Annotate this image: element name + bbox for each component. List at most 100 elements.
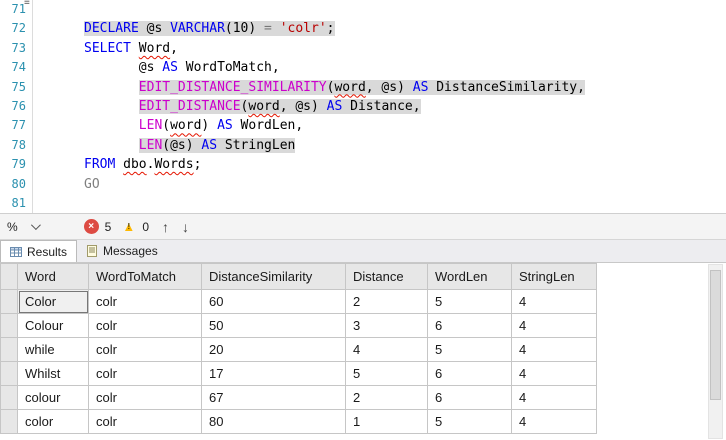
grid-cell[interactable]: colr — [88, 385, 202, 410]
grid-cell[interactable]: 3 — [345, 313, 428, 338]
error-summary: × 5 ▲ ! 0 ↑ ↓ — [83, 219, 189, 235]
line-number: 73 — [0, 38, 33, 59]
outline-marker-icon[interactable]: ≡ — [24, 0, 30, 8]
grid-cell[interactable]: 17 — [201, 361, 346, 386]
row-header[interactable] — [0, 385, 18, 410]
error-x-glyph: × — [88, 220, 95, 232]
row-header[interactable] — [0, 409, 18, 434]
row-header[interactable] — [0, 361, 18, 386]
results-grid[interactable]: Word WordToMatch DistanceSimilarity Distanc… — [0, 263, 597, 434]
column-header-word[interactable]: Word — [17, 263, 89, 290]
code-token: WordToMatch, — [177, 60, 280, 76]
code-line[interactable]: 79 FROM dbo.Words; — [0, 155, 726, 175]
grid-cell[interactable]: 4 — [511, 313, 597, 338]
grid-cell[interactable]: 4 — [511, 409, 597, 434]
row-header[interactable] — [0, 337, 18, 362]
previous-error-icon[interactable]: ↑ — [162, 219, 169, 235]
editor-status-bar: % × 5 ▲ ! 0 ↑ ↓ — [0, 213, 726, 240]
column-header-distancesimilarity[interactable]: DistanceSimilarity — [201, 263, 346, 290]
code-text: @s AS WordToMatch, — [84, 58, 280, 77]
zoom-dropdown[interactable]: % — [0, 214, 41, 239]
line-number: 77 — [0, 116, 33, 136]
code-line[interactable]: 80 GO — [0, 174, 726, 194]
code-line[interactable]: 77 LEN(word) AS WordLen, — [0, 116, 726, 136]
code-token: LEN — [138, 137, 163, 153]
grid-cell[interactable]: 4 — [511, 289, 597, 314]
grid-cell[interactable]: 6 — [427, 385, 512, 410]
grid-cell[interactable]: colr — [88, 361, 202, 386]
chevron-down-icon — [30, 220, 41, 231]
code-token: DistanceSimilarity, — [428, 79, 585, 95]
sql-editor[interactable]: ≡ 71 72 DECLARE @s VARCHAR(10) = 'colr'; 73… — [0, 0, 726, 213]
tab-messages[interactable]: Messages — [77, 240, 167, 262]
grid-cell[interactable]: Whilst — [17, 361, 89, 386]
column-header-distance[interactable]: Distance — [345, 263, 428, 290]
grid-cell[interactable]: 4 — [345, 337, 428, 362]
grid-cell[interactable]: 2 — [345, 289, 428, 314]
line-number: 75 — [0, 77, 33, 97]
code-token: (10) — [224, 21, 265, 37]
column-header-wordtomatch[interactable]: WordToMatch — [88, 263, 202, 290]
code-token: word — [334, 79, 366, 95]
code-line[interactable]: 71 — [0, 0, 726, 20]
grid-cell[interactable]: 5 — [427, 289, 512, 314]
grid-cell[interactable]: 2 — [345, 385, 428, 410]
code-token: ( — [162, 118, 171, 134]
code-line[interactable]: 75 EDIT_DISTANCE_SIMILARITY(word, @s) AS… — [0, 77, 726, 97]
code-line[interactable]: 76 EDIT_DISTANCE(word, @s) AS Distance, — [0, 96, 726, 117]
code-line[interactable]: 73 SELECT Word, — [0, 38, 726, 59]
code-line[interactable]: 72 DECLARE @s VARCHAR(10) = 'colr'; — [0, 19, 726, 39]
grid-cell[interactable]: colour — [17, 385, 89, 410]
code-token: WordLen, — [232, 118, 304, 134]
grid-cell[interactable]: Colour — [17, 313, 89, 338]
grid-cell[interactable]: 67 — [201, 385, 346, 410]
tab-results[interactable]: Results — [0, 240, 78, 262]
code-text: FROM dbo.Words; — [84, 155, 201, 174]
grid-corner-header[interactable] — [0, 263, 18, 290]
code-text: SELECT Word, — [84, 39, 178, 58]
grid-cell[interactable]: colr — [88, 313, 202, 338]
code-token: @s — [138, 60, 163, 76]
tab-messages-label: Messages — [103, 244, 158, 258]
grid-cell[interactable]: 6 — [427, 313, 512, 338]
code-line[interactable]: 78 LEN(@s) AS StringLen — [0, 135, 726, 156]
scrollbar-thumb[interactable] — [710, 270, 721, 400]
grid-cell[interactable]: colr — [88, 337, 202, 362]
code-token: word — [170, 118, 202, 134]
next-error-icon[interactable]: ↓ — [182, 219, 189, 235]
table-row: while colr 20 4 5 4 — [0, 337, 597, 362]
column-header-stringlen[interactable]: StringLen — [511, 263, 597, 290]
warning-icon[interactable]: ▲ ! — [121, 219, 136, 234]
column-header-wordlen[interactable]: WordLen — [427, 263, 512, 290]
grid-cell[interactable]: 60 — [201, 289, 346, 314]
ssms-query-window: ≡ 71 72 DECLARE @s VARCHAR(10) = 'colr'; 73… — [0, 0, 726, 440]
code-token: FROM — [84, 157, 116, 173]
grid-cell[interactable]: 1 — [345, 409, 428, 434]
code-line[interactable]: 81 — [0, 193, 726, 213]
grid-cell[interactable]: 5 — [427, 337, 512, 362]
grid-cell[interactable]: 4 — [511, 361, 597, 386]
grid-cell[interactable]: 4 — [511, 385, 597, 410]
grid-cell[interactable]: 5 — [427, 409, 512, 434]
grid-cell[interactable]: colr — [88, 409, 202, 434]
grid-cell[interactable]: 5 — [345, 361, 428, 386]
grid-cell[interactable]: Color — [17, 289, 89, 314]
code-token: EDIT_DISTANCE_SIMILARITY — [138, 79, 327, 95]
line-number: 76 — [0, 96, 33, 117]
code-area[interactable]: 71 72 DECLARE @s VARCHAR(10) = 'colr'; 73 SE… — [0, 0, 726, 213]
grid-cell[interactable]: 50 — [201, 313, 346, 338]
results-scrollbar[interactable] — [708, 264, 723, 439]
error-icon[interactable]: × — [83, 219, 99, 234]
row-header[interactable] — [0, 313, 18, 338]
line-number: 78 — [0, 135, 33, 156]
grid-cell[interactable]: while — [17, 337, 89, 362]
grid-cell[interactable]: 80 — [201, 409, 346, 434]
row-header[interactable] — [0, 289, 18, 314]
code-line[interactable]: 74 @s AS WordToMatch, — [0, 58, 726, 78]
grid-cell[interactable]: color — [17, 409, 89, 434]
grid-cell[interactable]: colr — [88, 289, 202, 314]
grid-cell[interactable]: 4 — [511, 337, 597, 362]
grid-cell[interactable]: 20 — [201, 337, 346, 362]
code-token: , @s) — [365, 79, 413, 95]
grid-cell[interactable]: 6 — [427, 361, 512, 386]
